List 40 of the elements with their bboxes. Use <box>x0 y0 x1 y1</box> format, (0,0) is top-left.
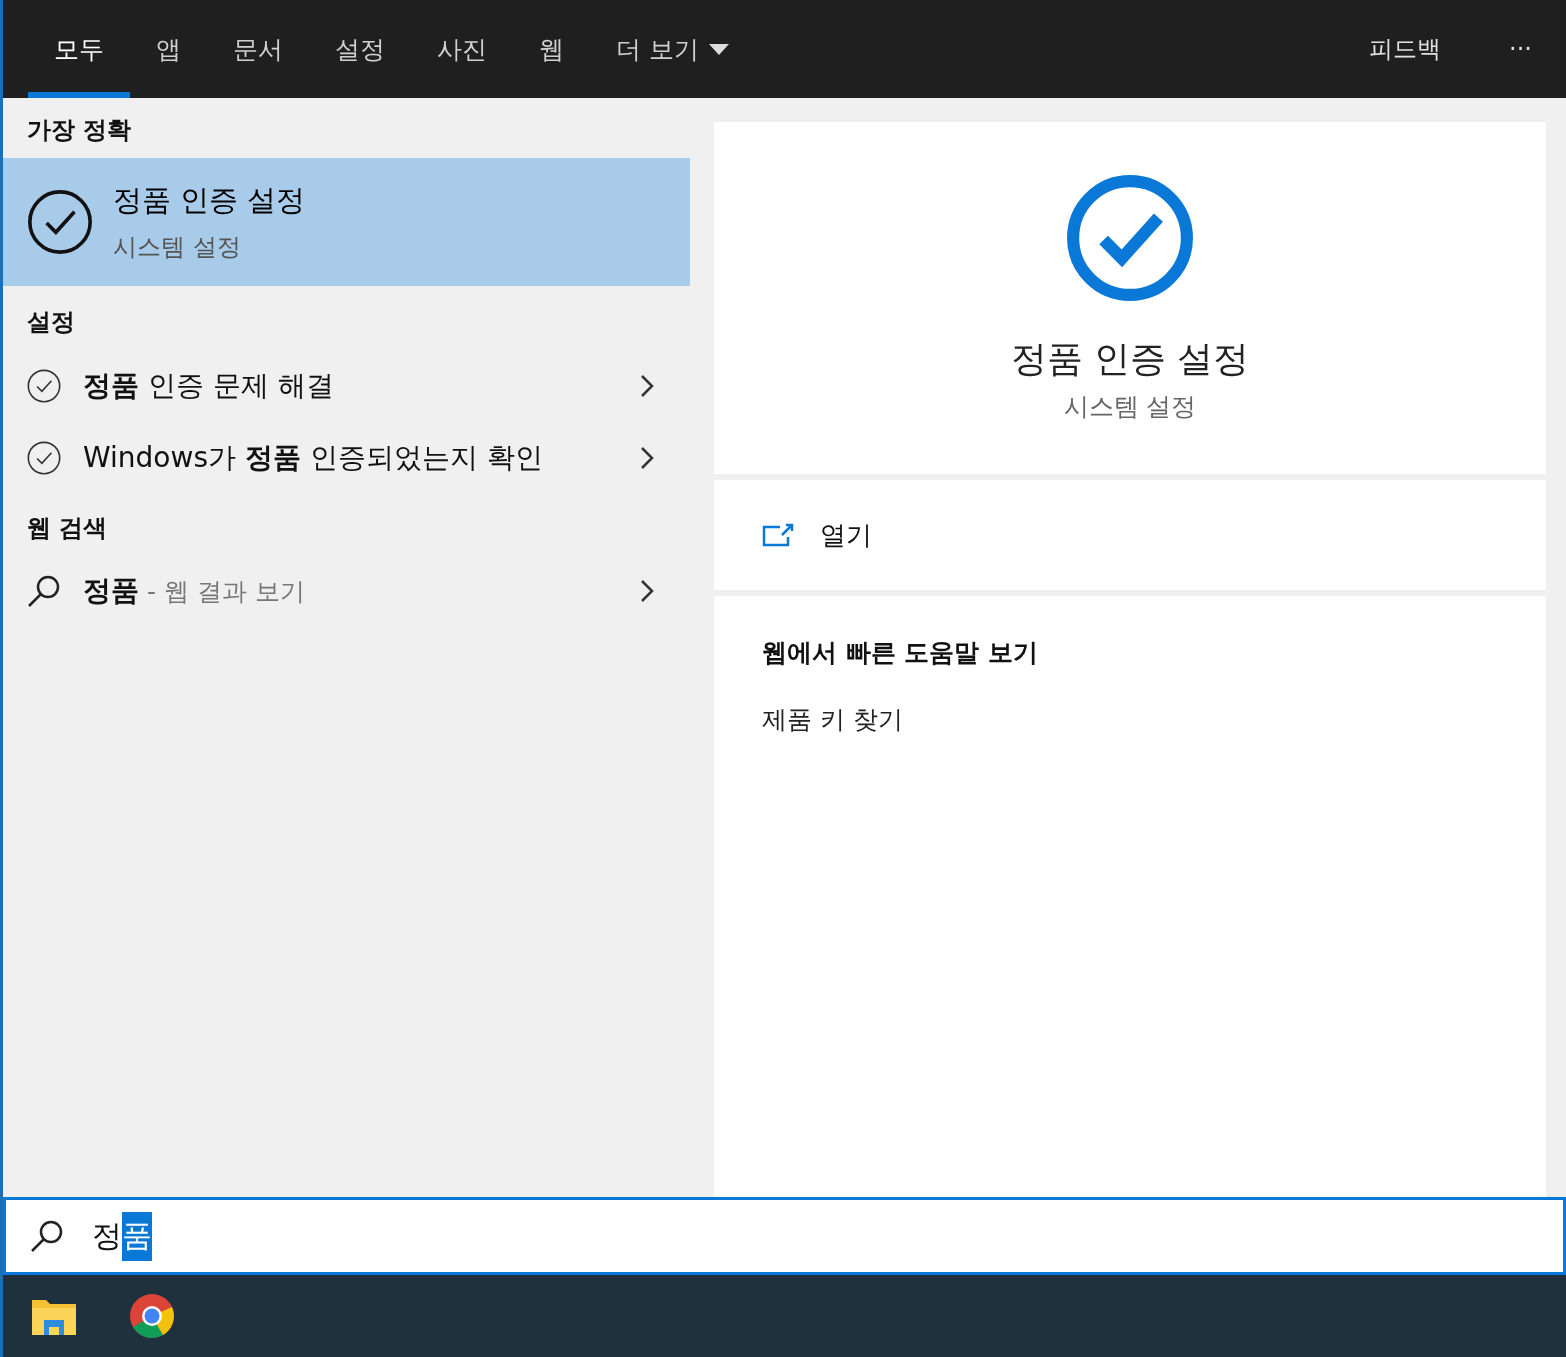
tab[interactable]: 웹 <box>513 0 590 98</box>
settings-result-item[interactable]: Windows가 정품 인증되었는지 확인 <box>3 422 690 494</box>
check-circle-icon <box>27 441 61 475</box>
more-button[interactable]: ··· <box>1475 0 1566 98</box>
web-result-hint: - 웹 결과 보기 <box>145 576 306 608</box>
tab[interactable]: 더 보기 <box>590 0 755 98</box>
chevron-right-icon <box>640 374 654 398</box>
best-match-item[interactable]: 정품 인증 설정 시스템 설정 <box>3 158 690 286</box>
result-subtitle: 시스템 설정 <box>113 232 242 263</box>
tab[interactable]: 사진 <box>411 0 513 98</box>
preview-title: 정품 인증 설정 <box>1010 337 1250 381</box>
tab[interactable]: 앱 <box>130 0 207 98</box>
feedback-button[interactable]: 피드백 <box>1335 0 1476 98</box>
open-external-icon <box>762 523 794 547</box>
search-field[interactable]: 정품 <box>3 1197 1566 1275</box>
section-heading: 가장 정확 <box>26 115 133 146</box>
check-circle-icon <box>27 189 93 255</box>
help-link[interactable]: 제품 키 찾기 <box>762 703 1498 736</box>
web-result-item[interactable]: 정품 - 웹 결과 보기 <box>3 556 690 626</box>
search-icon <box>30 1219 64 1253</box>
chevron-right-icon <box>640 446 654 470</box>
preview-subtitle: 시스템 설정 <box>1063 391 1197 423</box>
query-text: 정품 <box>83 573 139 609</box>
browser-icon[interactable] <box>129 1293 175 1339</box>
chevron-right-icon <box>640 579 654 603</box>
help-heading: 웹에서 빠른 도움말 보기 <box>762 637 1040 669</box>
tab[interactable]: 설정 <box>309 0 411 98</box>
check-circle-icon <box>27 369 61 403</box>
typed-text: 정 <box>92 1216 122 1255</box>
check-circle-icon <box>1065 173 1195 303</box>
search-icon <box>27 574 61 608</box>
settings-result-item[interactable]: 정품 인증 문제 해결 <box>3 350 690 422</box>
open-link[interactable]: 열기 <box>820 517 872 553</box>
tab[interactable]: 문서 <box>207 0 309 98</box>
result-label: 정품 인증 문제 해결 <box>83 368 335 404</box>
section-heading: 설정 <box>26 307 76 338</box>
section-heading: 웹 검색 <box>26 513 109 544</box>
selected-text: 품 <box>122 1211 152 1261</box>
result-title: 정품 인증 설정 <box>113 182 306 219</box>
result-label: Windows가 정품 인증되었는지 확인 <box>83 440 544 476</box>
